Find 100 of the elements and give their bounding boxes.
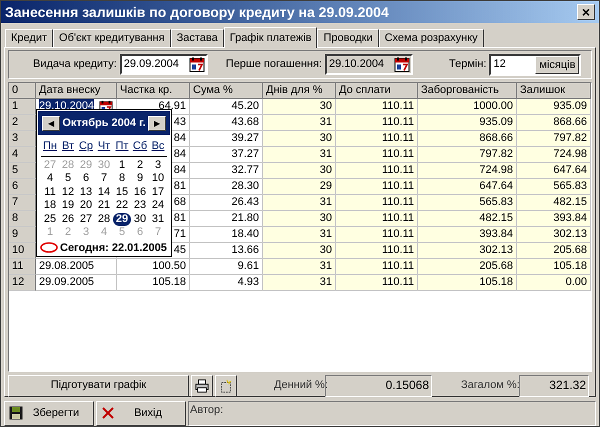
table-cell: 31 bbox=[320, 116, 332, 128]
table-cell: 205.68 bbox=[553, 244, 587, 256]
column-header[interactable]: 0 bbox=[9, 83, 36, 99]
table-cell: 110.11 bbox=[382, 180, 414, 192]
table-cell: 39.27 bbox=[231, 132, 259, 144]
weekday-label: Чт bbox=[96, 139, 112, 154]
calendar-day[interactable]: 24 bbox=[149, 199, 167, 212]
calendar-day[interactable]: 23 bbox=[131, 199, 149, 212]
calendar-day[interactable]: 22 bbox=[113, 199, 131, 212]
calendar-day[interactable]: 1 bbox=[113, 158, 131, 172]
printer-icon bbox=[195, 378, 209, 392]
calendar-day[interactable]: 9 bbox=[131, 172, 149, 186]
calendar-day[interactable]: 28 bbox=[95, 212, 113, 226]
calendar-day[interactable]: 29 bbox=[113, 212, 131, 226]
table-cell: 797.82 bbox=[479, 148, 513, 160]
calendar-day[interactable]: 13 bbox=[77, 186, 95, 199]
column-header[interactable]: Днів для % bbox=[263, 83, 336, 99]
calendar-day[interactable]: 27 bbox=[77, 212, 95, 226]
tab[interactable]: Схема розрахунку bbox=[378, 29, 484, 47]
table-cell: 68 bbox=[174, 196, 186, 208]
calendar-day[interactable]: 12 bbox=[59, 186, 77, 199]
tab[interactable]: Графік платежів bbox=[224, 27, 318, 48]
close-button[interactable]: × bbox=[577, 4, 595, 20]
date-field[interactable]: 29.09.2004 bbox=[120, 54, 208, 75]
column-header[interactable]: До сплати bbox=[336, 83, 418, 99]
today-button[interactable]: Сегодня: 22.01.2005 bbox=[60, 240, 167, 256]
calendar-day[interactable]: 7 bbox=[95, 172, 113, 186]
table-cell: 935.09 bbox=[479, 116, 513, 128]
calendar-day[interactable]: 15 bbox=[113, 186, 131, 199]
table-cell: 30 bbox=[320, 100, 332, 112]
table-cell: 105.18 bbox=[553, 260, 587, 272]
table-cell: 1000.00 bbox=[473, 100, 513, 112]
printer-button[interactable] bbox=[191, 374, 213, 396]
row-number: 10 bbox=[9, 243, 36, 259]
weekday-label: Пн bbox=[42, 139, 58, 154]
column-header[interactable]: Заборгованість bbox=[418, 83, 517, 99]
calendar-day[interactable]: 16 bbox=[131, 186, 149, 199]
calendar-day[interactable]: 11 bbox=[41, 186, 59, 199]
new-item-button[interactable] bbox=[215, 374, 237, 396]
calendar-day[interactable]: 6 bbox=[77, 172, 95, 186]
prepare-schedule-button[interactable]: Підготувати графік bbox=[8, 374, 189, 396]
row-number: 8 bbox=[9, 211, 36, 227]
calendar-day[interactable]: 4 bbox=[41, 172, 59, 186]
table-cell: 28.30 bbox=[231, 180, 259, 192]
table-cell: 393.84 bbox=[553, 212, 587, 224]
calendar-day[interactable]: 19 bbox=[59, 199, 77, 212]
weekday-label: Ср bbox=[78, 139, 94, 154]
field-label: Перше погашення: bbox=[226, 57, 322, 72]
table-cell: 565.83 bbox=[553, 180, 587, 192]
tab[interactable]: Проводки bbox=[317, 29, 379, 47]
calendar-day[interactable]: 25 bbox=[41, 212, 59, 226]
total-percent-field: 321.32 bbox=[519, 374, 589, 396]
table-cell: 935.09 bbox=[553, 100, 587, 112]
table-cell: 110.11 bbox=[382, 196, 414, 208]
row-number: 2 bbox=[9, 115, 36, 131]
table-cell: 71 bbox=[174, 228, 186, 240]
calendar-day[interactable]: 18 bbox=[41, 199, 59, 212]
table-cell: 0.00 bbox=[566, 276, 587, 288]
save-button[interactable]: Зберегти bbox=[4, 400, 94, 426]
tab[interactable]: Кредит bbox=[5, 29, 54, 47]
next-month-button[interactable]: ▶ bbox=[148, 116, 166, 130]
row-number: 1 bbox=[9, 99, 36, 115]
calendar-day[interactable]: 8 bbox=[113, 172, 131, 186]
column-header[interactable]: Дата внеску bbox=[36, 83, 117, 99]
calendar-day[interactable]: 31 bbox=[149, 212, 167, 226]
calendar-day[interactable]: 21 bbox=[95, 199, 113, 212]
table-cell: 30 bbox=[320, 164, 332, 176]
weekday-label: Вт bbox=[60, 139, 75, 154]
calendar-day[interactable]: 14 bbox=[95, 186, 113, 199]
tab[interactable]: Застава bbox=[170, 29, 224, 47]
table-cell: 32.77 bbox=[231, 164, 259, 176]
row-number: 12 bbox=[9, 275, 36, 291]
exit-button[interactable]: Вихід bbox=[96, 400, 186, 426]
calendar-day[interactable]: 2 bbox=[131, 158, 149, 172]
field-label: Видача кредиту: bbox=[33, 57, 117, 72]
tab[interactable]: Об'єкт кредитування bbox=[53, 29, 171, 47]
column-header[interactable]: Частка кр. bbox=[117, 83, 190, 99]
table-cell: 64.91 bbox=[158, 100, 186, 112]
calendar-icon[interactable] bbox=[188, 56, 205, 73]
field-label: Термін: bbox=[449, 57, 486, 72]
table-cell: 30 bbox=[320, 132, 332, 144]
calendar-day[interactable]: 3 bbox=[149, 158, 167, 172]
calendar-day[interactable]: 30 bbox=[131, 212, 149, 226]
table-cell: 797.82 bbox=[553, 132, 587, 144]
calendar-day[interactable]: 5 bbox=[59, 172, 77, 186]
table-cell: 9.61 bbox=[238, 260, 259, 272]
table-cell: 45 bbox=[174, 244, 186, 256]
column-header[interactable]: Сума % bbox=[190, 83, 263, 99]
table-cell: 482.15 bbox=[553, 196, 587, 208]
calendar-day[interactable]: 20 bbox=[77, 199, 95, 212]
calendar-day[interactable]: 10 bbox=[149, 172, 167, 186]
column-header[interactable]: Залишок bbox=[517, 83, 591, 99]
calendar-day[interactable]: 26 bbox=[59, 212, 77, 226]
calendar-day[interactable]: 17 bbox=[149, 186, 167, 199]
table-cell: 100.50 bbox=[152, 260, 186, 272]
previous-month-button[interactable]: ◀ bbox=[42, 116, 60, 130]
table-cell: 31 bbox=[320, 260, 332, 272]
table-cell: 26.43 bbox=[231, 196, 259, 208]
table-cell: 45.20 bbox=[231, 100, 259, 112]
table-cell: 30 bbox=[320, 244, 332, 256]
